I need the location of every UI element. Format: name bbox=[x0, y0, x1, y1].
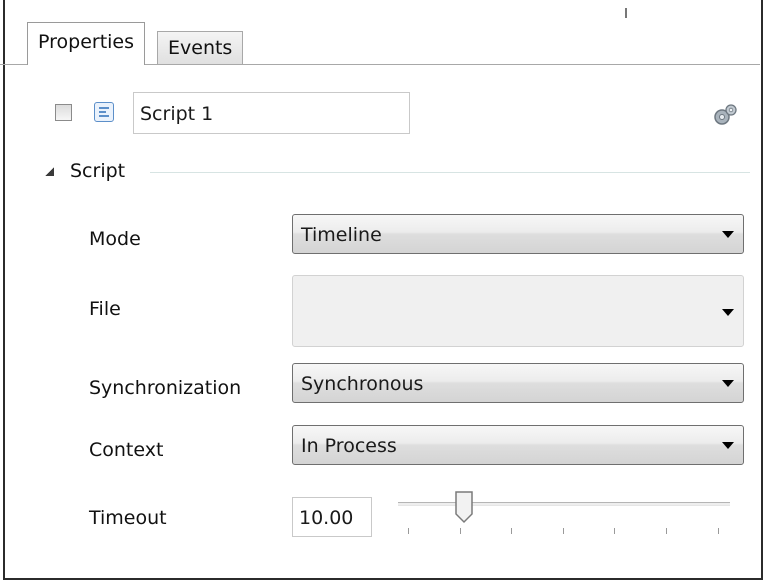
timeout-slider-thumb[interactable] bbox=[454, 490, 474, 524]
chevron-down-icon bbox=[722, 309, 734, 316]
gear-icon[interactable] bbox=[710, 102, 740, 128]
enabled-checkbox[interactable] bbox=[55, 104, 72, 121]
tab-events[interactable]: Events bbox=[157, 31, 244, 64]
chevron-down-icon bbox=[722, 231, 734, 238]
section-divider bbox=[150, 172, 750, 173]
mode-value: Timeline bbox=[301, 224, 382, 246]
mode-select[interactable]: Timeline bbox=[292, 214, 744, 254]
synchronization-label: Synchronization bbox=[89, 377, 242, 399]
timeout-label: Timeout bbox=[89, 507, 167, 529]
context-select[interactable]: In Process bbox=[292, 425, 744, 465]
tab-bar: Properties Events bbox=[20, 22, 760, 65]
file-label: File bbox=[89, 298, 121, 320]
synchronization-select[interactable]: Synchronous bbox=[292, 363, 744, 403]
slider-tick bbox=[460, 528, 461, 534]
synchronization-value: Synchronous bbox=[301, 373, 424, 395]
script-icon bbox=[94, 102, 114, 122]
slider-tick bbox=[718, 528, 719, 534]
tab-properties[interactable]: Properties bbox=[27, 22, 146, 65]
timeout-slider-track[interactable] bbox=[398, 502, 730, 506]
chevron-down-icon bbox=[722, 442, 734, 449]
divider-mark bbox=[625, 8, 627, 18]
timeout-input[interactable]: 10.00 bbox=[292, 497, 372, 537]
mode-label: Mode bbox=[89, 228, 141, 250]
file-select[interactable] bbox=[292, 275, 744, 347]
slider-tick bbox=[511, 528, 512, 534]
slider-tick bbox=[666, 528, 667, 534]
context-label: Context bbox=[89, 439, 164, 461]
context-value: In Process bbox=[301, 435, 397, 457]
chevron-down-icon bbox=[722, 380, 734, 387]
triangle-down-icon[interactable] bbox=[45, 167, 54, 176]
name-input[interactable]: Script 1 bbox=[133, 92, 410, 134]
slider-tick bbox=[408, 528, 409, 534]
section-title[interactable]: Script bbox=[70, 160, 125, 182]
slider-tick bbox=[614, 528, 615, 534]
slider-tick bbox=[563, 528, 564, 534]
